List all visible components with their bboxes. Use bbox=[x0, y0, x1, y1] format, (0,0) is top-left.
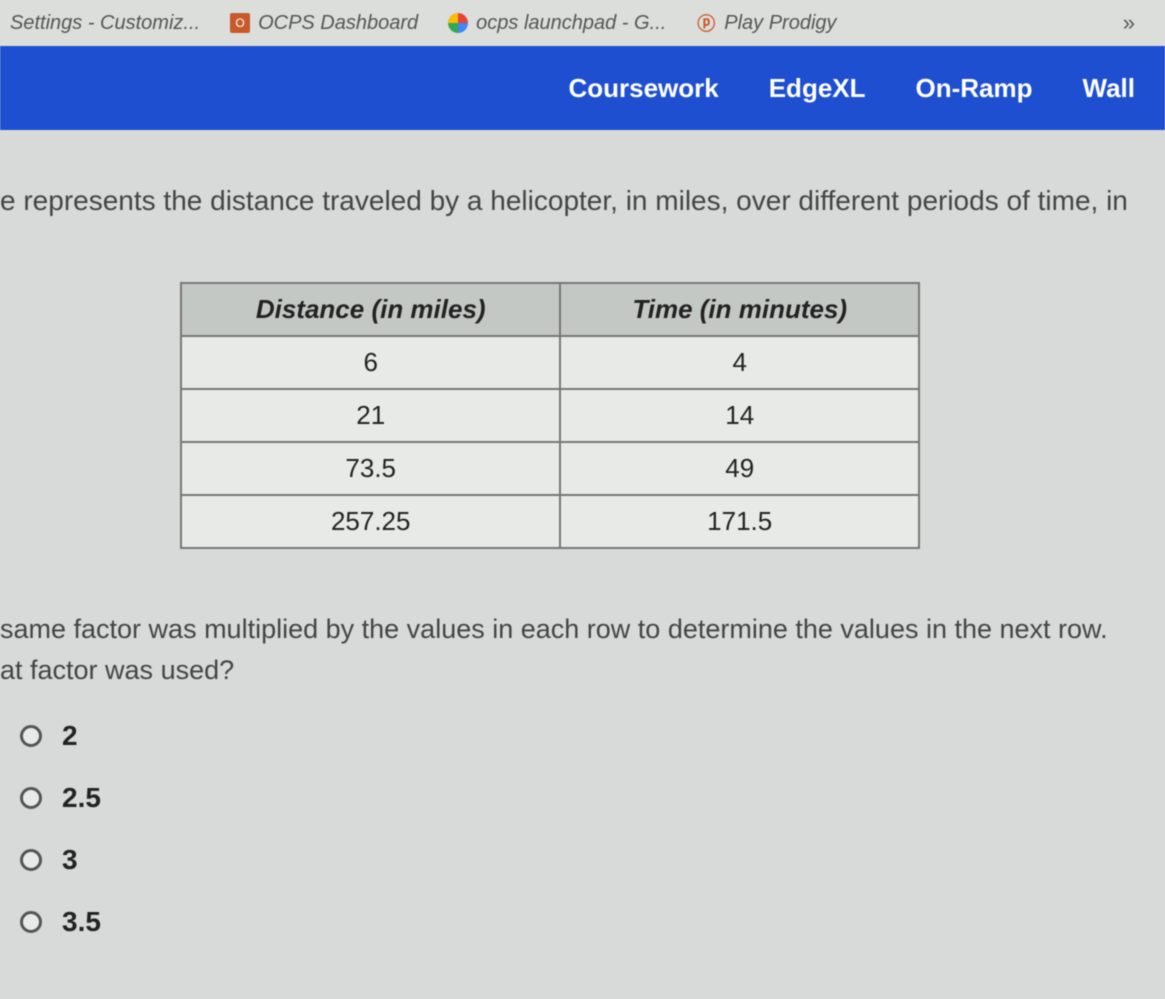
radio-icon[interactable] bbox=[20, 725, 42, 747]
cell-distance: 73.5 bbox=[181, 442, 560, 495]
data-table: Distance (in miles) Time (in minutes) 6 … bbox=[180, 282, 920, 549]
google-icon bbox=[448, 13, 468, 33]
table-row: 73.5 49 bbox=[181, 442, 919, 495]
cell-time: 14 bbox=[560, 389, 919, 442]
header-distance: Distance (in miles) bbox=[181, 283, 560, 336]
cell-distance: 6 bbox=[181, 336, 560, 389]
cell-time: 49 bbox=[560, 442, 919, 495]
option-label: 3.5 bbox=[62, 906, 101, 938]
question-intro: e represents the distance traveled by a … bbox=[0, 170, 1165, 262]
answer-options: 2 2.5 3 3.5 bbox=[0, 700, 1165, 938]
bookmark-label: Play Prodigy bbox=[724, 12, 836, 35]
cell-time: 171.5 bbox=[560, 495, 919, 548]
cell-time: 4 bbox=[560, 336, 919, 389]
cell-distance: 21 bbox=[181, 389, 560, 442]
question-followup: same factor was multiplied by the values… bbox=[0, 589, 1165, 700]
content-area: e represents the distance traveled by a … bbox=[0, 130, 1165, 938]
ocps-icon: O bbox=[230, 13, 250, 33]
option-2[interactable]: 2 bbox=[20, 720, 1165, 752]
bookmark-launchpad[interactable]: ocps launchpad - G... bbox=[448, 12, 666, 35]
nav-onramp[interactable]: On-Ramp bbox=[916, 73, 1033, 104]
option-label: 2.5 bbox=[62, 782, 101, 814]
option-2-5[interactable]: 2.5 bbox=[20, 782, 1165, 814]
bookmarks-bar: Settings - Customiz... O OCPS Dashboard … bbox=[0, 0, 1165, 46]
nav-coursework[interactable]: Coursework bbox=[568, 73, 718, 104]
nav-wall[interactable]: Wall bbox=[1083, 73, 1135, 104]
bookmarks-more-icon[interactable]: » bbox=[1123, 10, 1135, 36]
nav-edgexl[interactable]: EdgeXL bbox=[769, 73, 866, 104]
bookmark-label: Settings - Customiz... bbox=[10, 12, 200, 35]
bookmark-label: ocps launchpad - G... bbox=[476, 12, 666, 35]
bookmark-label: OCPS Dashboard bbox=[258, 12, 418, 35]
radio-icon[interactable] bbox=[20, 849, 42, 871]
radio-icon[interactable] bbox=[20, 911, 42, 933]
table-row: 21 14 bbox=[181, 389, 919, 442]
prodigy-icon: ⓟ bbox=[696, 13, 716, 33]
header-time: Time (in minutes) bbox=[560, 283, 919, 336]
option-label: 2 bbox=[62, 720, 78, 752]
table-row: 257.25 171.5 bbox=[181, 495, 919, 548]
table-header-row: Distance (in miles) Time (in minutes) bbox=[181, 283, 919, 336]
bookmark-ocps-dashboard[interactable]: O OCPS Dashboard bbox=[230, 12, 418, 35]
cell-distance: 257.25 bbox=[181, 495, 560, 548]
bookmark-settings[interactable]: Settings - Customiz... bbox=[10, 12, 200, 35]
radio-icon[interactable] bbox=[20, 787, 42, 809]
bookmark-prodigy[interactable]: ⓟ Play Prodigy bbox=[696, 12, 836, 35]
option-3-5[interactable]: 3.5 bbox=[20, 906, 1165, 938]
table-row: 6 4 bbox=[181, 336, 919, 389]
option-3[interactable]: 3 bbox=[20, 844, 1165, 876]
main-nav: Coursework EdgeXL On-Ramp Wall bbox=[0, 46, 1165, 130]
option-label: 3 bbox=[62, 844, 78, 876]
